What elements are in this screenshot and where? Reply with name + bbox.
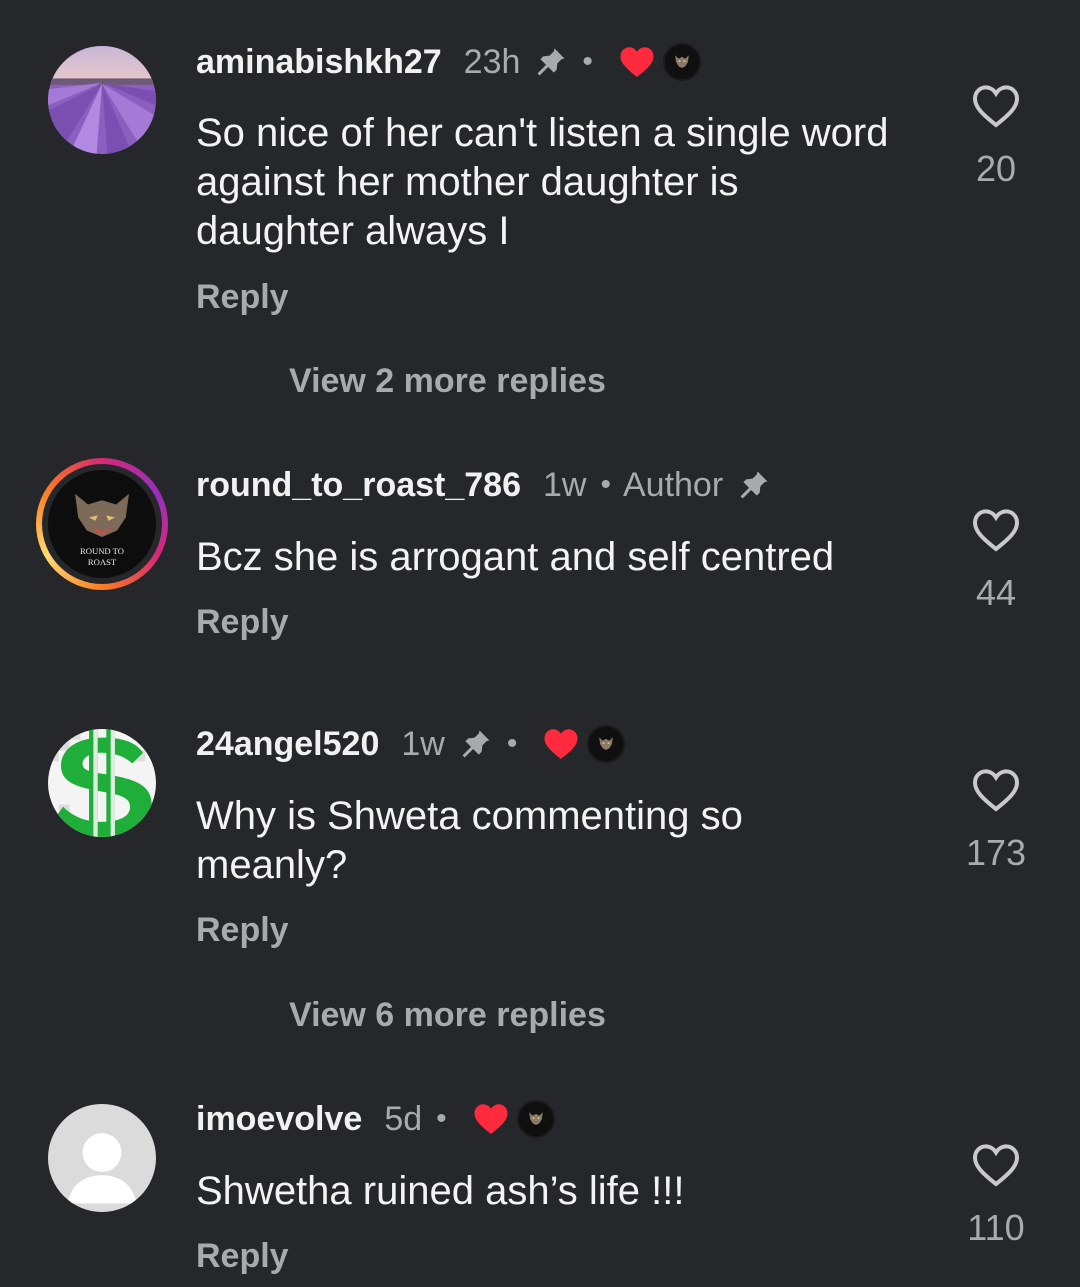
comment-text: Bcz she is arrogant and self centred [196,535,835,579]
like-count: 44 [975,572,1017,613]
default-user-avatar-image [48,1104,156,1212]
separator-dot: • [582,45,593,78]
pin-icon [534,45,568,79]
comment-text: So nice of her can't listen a single wor… [196,111,889,253]
reply-button[interactable]: Reply [196,278,289,317]
avatar-text-line-1: ROUND TO [80,546,124,556]
heart-outline-icon[interactable] [972,84,1020,128]
user-avatar[interactable] [48,46,156,154]
creator-liked-heart-icon [619,45,655,79]
author-badge: Author [622,465,724,504]
heart-outline-icon[interactable] [972,1143,1020,1187]
creator-liked-heart-icon [473,1102,509,1136]
comment-meta: imoevolve 5d • [196,1097,555,1141]
separator-dot: • [506,727,518,760]
timestamp: 23h [463,42,521,81]
creator-avatar-icon [587,725,626,763]
tiger-logo-avatar-image: ROUND TO ROAST [48,470,156,578]
comment-meta: round_to_roast_786 1w • Author [196,463,771,507]
comment-text: Shwetha ruined ash’s life !!! [196,1169,685,1213]
view-more-replies-button[interactable]: View 6 more replies [289,996,606,1035]
like-count: 173 [965,832,1027,873]
pin-icon [459,727,493,761]
creator-avatar-icon [662,43,701,81]
like-button[interactable]: 110 [960,1143,1032,1249]
pin-icon [737,468,771,502]
heart-outline-icon[interactable] [972,508,1020,552]
creator-avatar-icon [516,1100,555,1138]
like-button[interactable]: 44 [960,508,1032,614]
username[interactable]: aminabishkh27 [196,43,442,82]
timestamp: 1w [543,465,587,504]
like-count: 110 [967,1207,1025,1248]
username[interactable]: round_to_roast_786 [196,466,521,505]
dollar-sign-avatar-image [48,729,156,837]
creator-liked-heart-icon [543,727,579,761]
reply-button[interactable]: Reply [196,911,289,950]
reply-button[interactable]: Reply [196,603,289,642]
avatar-text-line-2: ROAST [88,557,117,567]
user-avatar[interactable] [48,729,156,837]
separator-dot: • [436,1102,447,1135]
lavender-field-avatar-image [48,46,156,154]
separator-dot: • [600,468,611,501]
comment-meta: aminabishkh27 23h • [196,40,701,84]
like-count: 20 [975,148,1017,189]
user-avatar[interactable]: ROUND TO ROAST [36,458,168,590]
username[interactable]: 24angel520 [196,725,379,764]
reply-button[interactable]: Reply [196,1237,289,1276]
comment-text: Why is Shweta commenting so meanly? [196,794,743,887]
view-more-replies-button[interactable]: View 2 more replies [289,362,606,401]
like-button[interactable]: 20 [960,84,1032,190]
username[interactable]: imoevolve [196,1100,362,1139]
user-avatar[interactable] [48,1104,156,1212]
timestamp: 5d [384,1099,423,1138]
like-button[interactable]: 173 [960,768,1032,874]
timestamp: 1w [401,724,445,763]
heart-outline-icon[interactable] [972,768,1020,812]
comment-meta: 24angel520 1w • [196,722,626,766]
